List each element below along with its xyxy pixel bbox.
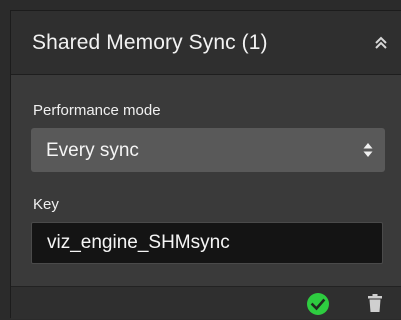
key-input[interactable]: [31, 222, 383, 264]
panel-header: Shared Memory Sync (1): [11, 11, 401, 75]
performance-mode-label: Performance mode: [33, 102, 161, 119]
trash-icon: [368, 294, 382, 312]
check-circle-icon: [307, 293, 329, 315]
double-chevron-up-icon: [375, 36, 387, 49]
collapse-button[interactable]: [371, 33, 391, 53]
key-label: Key: [33, 196, 59, 213]
delete-button[interactable]: [368, 294, 382, 312]
performance-mode-select[interactable]: Every sync: [31, 128, 385, 172]
sort-arrows-icon: [363, 142, 373, 158]
shared-memory-sync-panel: Shared Memory Sync (1) Performance mode …: [10, 10, 401, 319]
panel-title: Shared Memory Sync (1): [32, 31, 268, 54]
panel-body: Performance mode Every sync Key: [11, 75, 401, 286]
panel-footer: [11, 286, 401, 319]
confirm-button[interactable]: [307, 293, 329, 315]
performance-mode-value: Every sync: [46, 140, 139, 161]
